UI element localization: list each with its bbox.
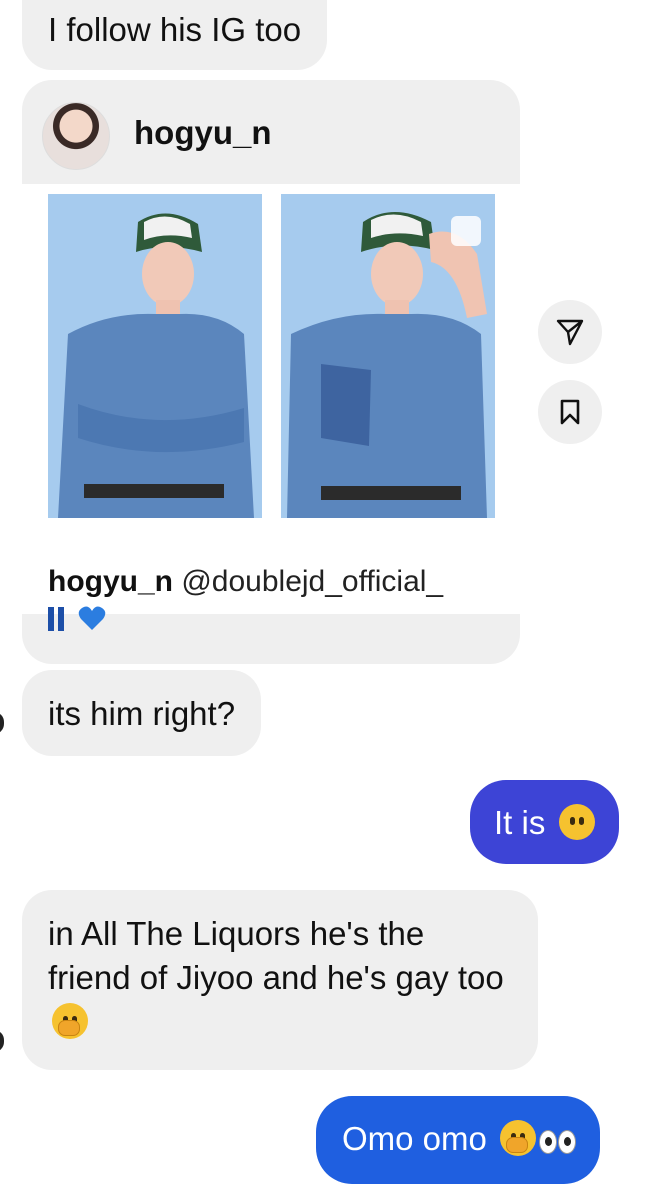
- send-icon: [556, 319, 584, 346]
- outgoing-message[interactable]: It is: [470, 780, 619, 864]
- message-text: in All The Liquors he's the friend of Ji…: [48, 915, 504, 996]
- bookmark-icon: [560, 399, 580, 425]
- message-text: Omo omo: [342, 1120, 487, 1157]
- message-text: It is: [494, 804, 546, 841]
- post-header[interactable]: hogyu_n: [22, 80, 520, 184]
- incoming-message[interactable]: in All The Liquors he's the friend of Ji…: [22, 890, 538, 1070]
- avatar[interactable]: [42, 102, 110, 170]
- neutral-face-emoji-icon: [558, 804, 595, 840]
- incoming-message[interactable]: its him right?: [22, 670, 262, 756]
- eyes-emoji-icon: [538, 1121, 577, 1165]
- post-username[interactable]: hogyu_n: [134, 114, 272, 152]
- sender-avatar[interactable]: [0, 712, 4, 734]
- sender-avatar[interactable]: [0, 1030, 4, 1052]
- jeans-icon: [48, 603, 64, 631]
- caption-username[interactable]: hogyu_n: [48, 565, 173, 598]
- incoming-message[interactable]: I follow his IG too: [22, 0, 328, 70]
- hand-over-mouth-emoji-icon: [52, 1003, 88, 1039]
- hand-over-mouth-emoji-icon: [500, 1120, 537, 1156]
- outgoing-message[interactable]: Omo omo: [316, 1096, 601, 1184]
- save-button[interactable]: [538, 380, 602, 444]
- post-caption: hogyu_n @doublejd_official_: [48, 564, 443, 640]
- post-photo-1[interactable]: [48, 194, 262, 518]
- post-photo-2[interactable]: [281, 194, 495, 518]
- blue-heart-icon: [78, 604, 106, 640]
- share-button[interactable]: [538, 300, 602, 364]
- multi-photo-icon: [451, 216, 481, 246]
- shared-post-card[interactable]: hogyu_n hogyu_n @doublejd_official_: [22, 80, 520, 664]
- message-text: its him right?: [48, 695, 236, 732]
- post-images[interactable]: [22, 184, 520, 614]
- message-text: I follow his IG too: [48, 11, 302, 48]
- caption-mention[interactable]: @doublejd_official_: [181, 565, 443, 598]
